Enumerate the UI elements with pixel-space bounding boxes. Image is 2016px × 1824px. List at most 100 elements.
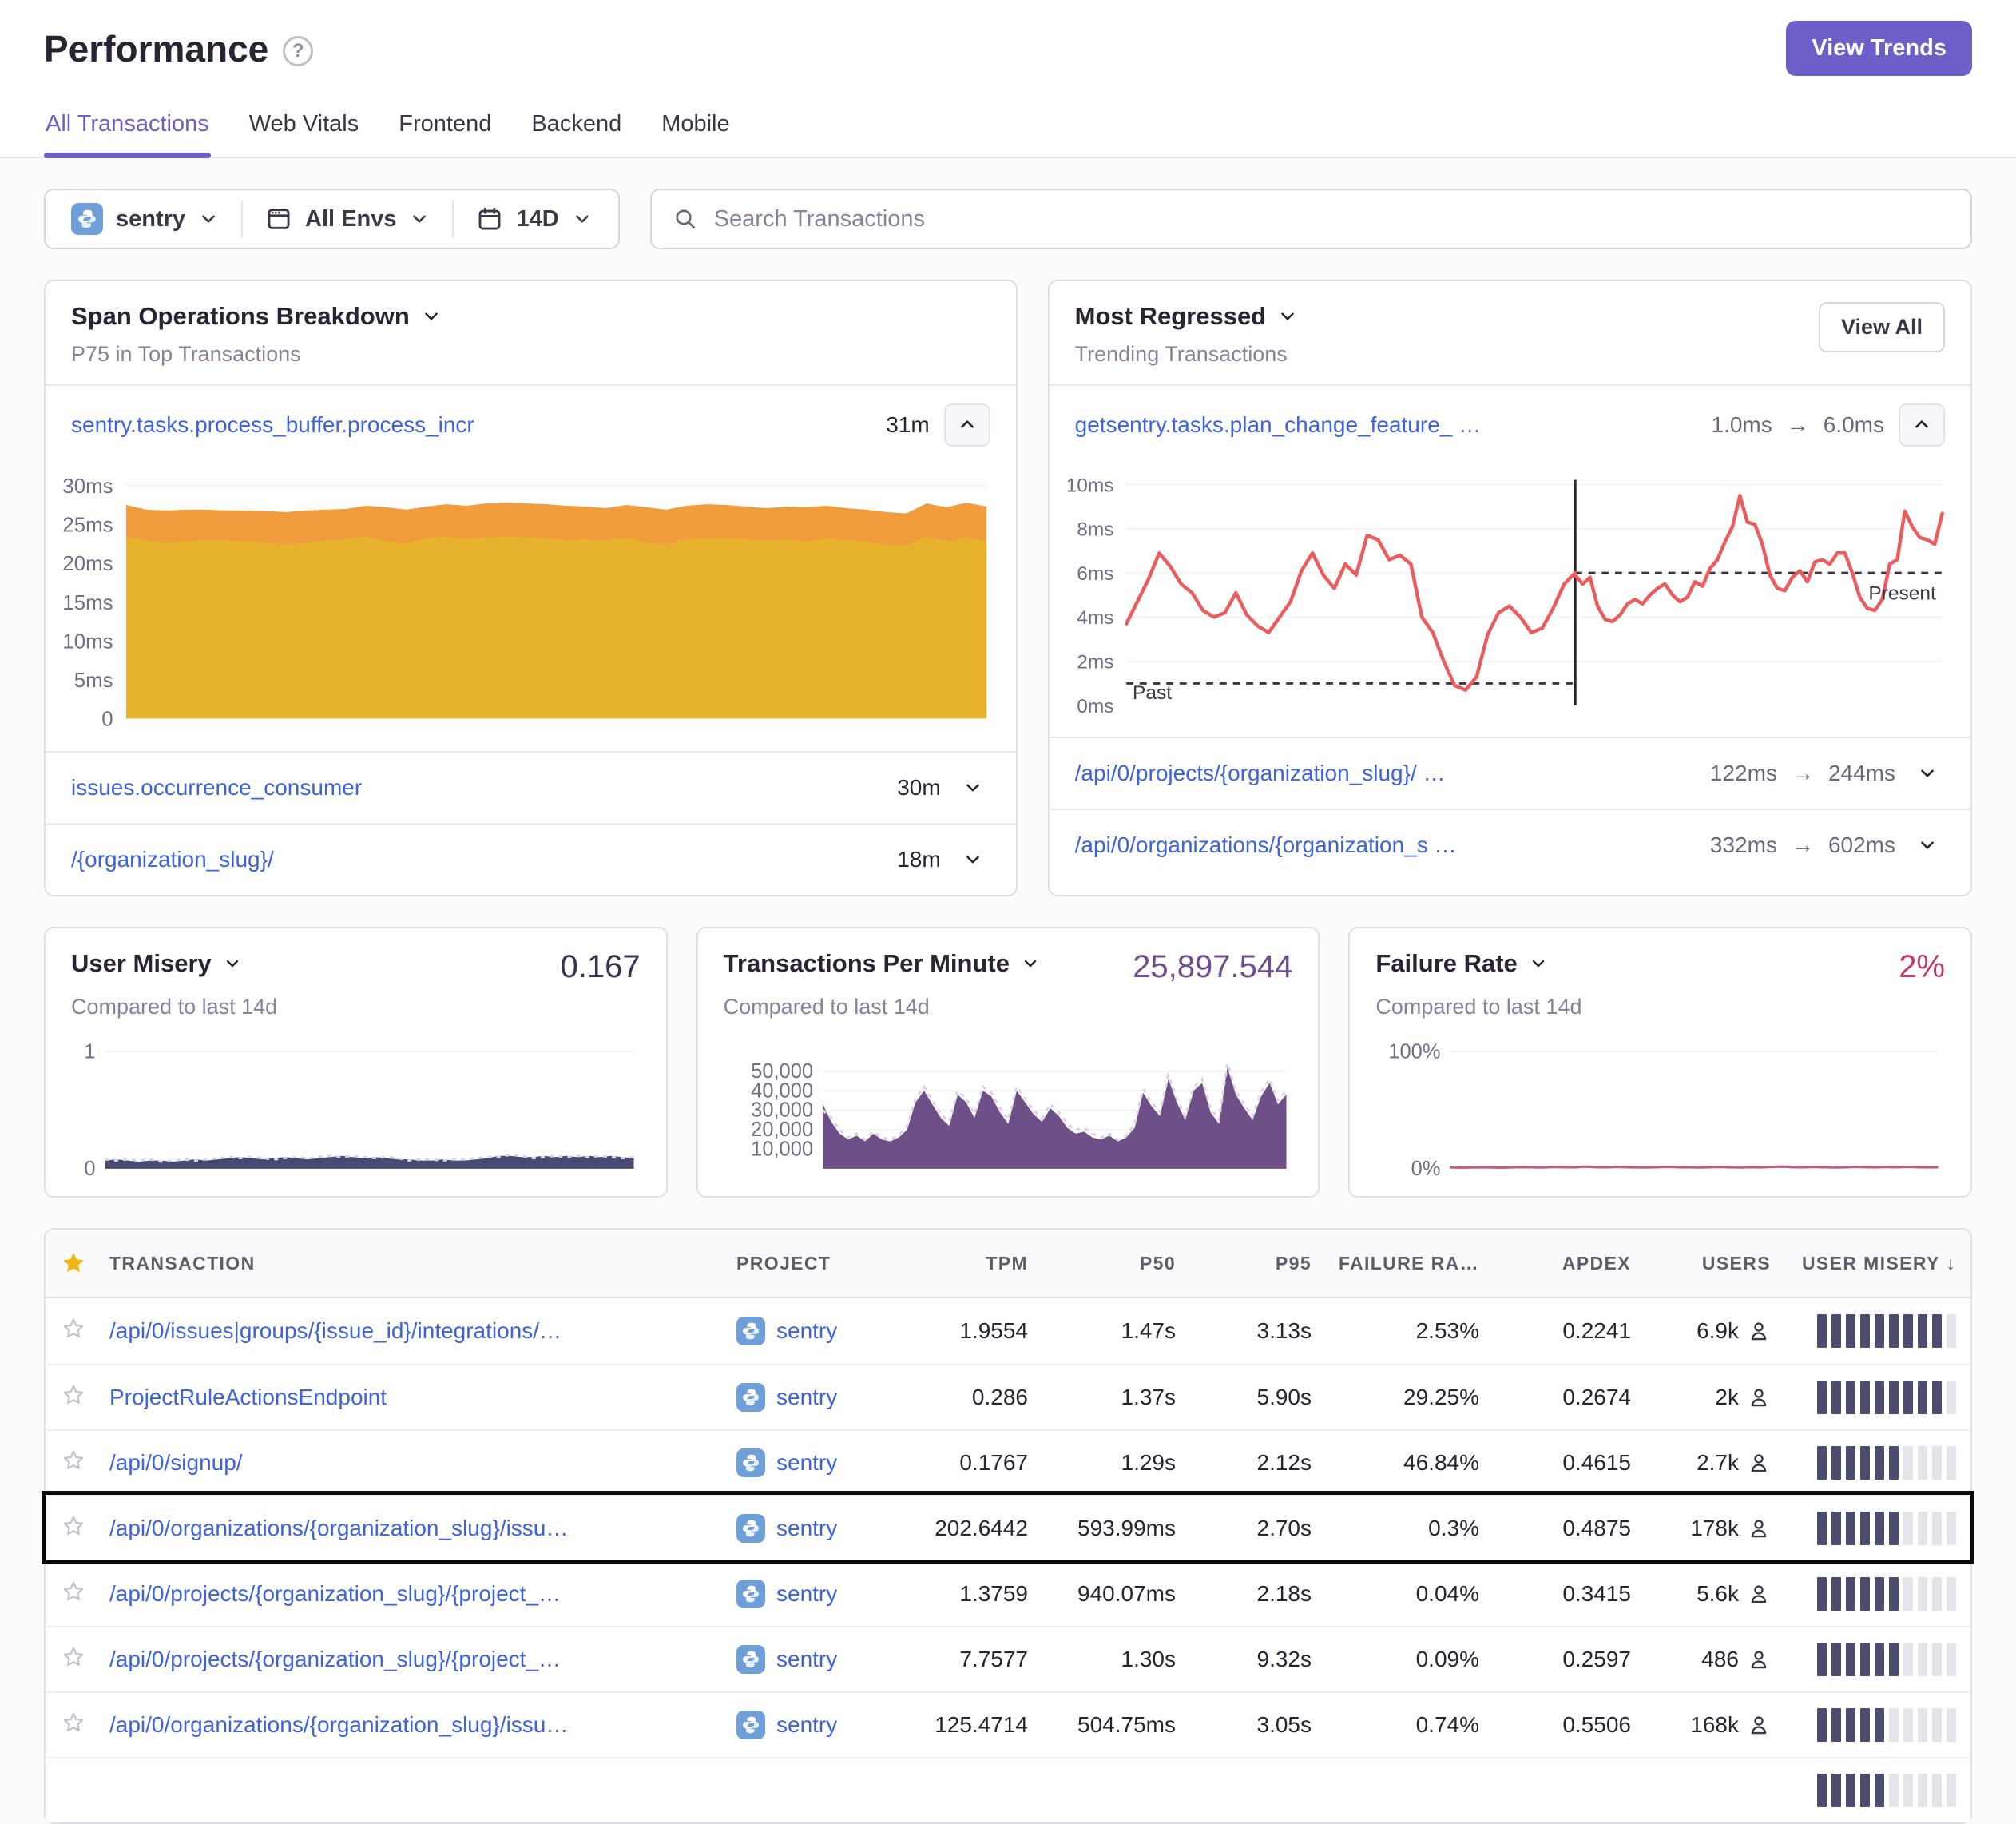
column-header-failure-rate[interactable]: FAILURE RA… [1320, 1253, 1487, 1274]
failure-rate-title: Failure Rate [1375, 949, 1517, 978]
misery-bar-segment [1846, 1446, 1855, 1480]
apdex-cell: 0.3415 [1487, 1581, 1639, 1607]
misery-bar-segment [1918, 1314, 1927, 1348]
misery-bar-segment [1831, 1577, 1841, 1611]
collapse-item-button[interactable] [944, 403, 990, 447]
span-ops-item-link[interactable]: /{organization_slug}/ [71, 847, 274, 872]
chevron-down-icon [962, 777, 983, 798]
most-regressed-title-dropdown[interactable]: Most Regressed [1075, 302, 1298, 331]
calendar-icon [476, 205, 503, 232]
date-range-filter[interactable]: 14D [454, 190, 614, 248]
column-header-users[interactable]: USERS [1639, 1253, 1779, 1274]
favorite-star-button[interactable] [62, 1514, 85, 1544]
project-link[interactable]: sentry [776, 1385, 837, 1410]
user-icon [1747, 1713, 1771, 1737]
transaction-link[interactable]: ProjectRuleActionsEndpoint [109, 1385, 728, 1410]
svg-text:10ms: 10ms [1066, 475, 1113, 496]
favorite-star-button[interactable] [62, 1448, 85, 1478]
most-regressed-item-value: 122ms→244ms [1710, 756, 1945, 791]
misery-bar-segment [1817, 1774, 1827, 1807]
date-range-filter-label: 14D [516, 206, 558, 232]
users-cell: 5.6k [1639, 1581, 1779, 1607]
project-link[interactable]: sentry [776, 1647, 837, 1672]
view-all-button[interactable]: View All [1819, 302, 1945, 352]
column-header-project[interactable]: PROJECT [736, 1253, 900, 1274]
star-icon [62, 1711, 85, 1735]
column-header-user-misery[interactable]: USER MISERY ↓ [1779, 1253, 1970, 1274]
tab-all-transactions[interactable]: All Transactions [44, 111, 211, 157]
tpm-title-dropdown[interactable]: Transactions Per Minute [724, 949, 1040, 978]
tpm-cell: 202.6442 [900, 1516, 1036, 1541]
user-icon [1747, 1647, 1771, 1671]
span-ops-item-link[interactable]: issues.occurrence_consumer [71, 775, 362, 801]
most-regressed-item-link[interactable]: /api/0/projects/{organization_slug}/ … [1075, 761, 1446, 786]
column-header-p50[interactable]: P50 [1036, 1253, 1184, 1274]
star-column-header[interactable] [46, 1250, 109, 1276]
filter-row: sentry All Envs [44, 189, 1972, 249]
svg-text:30ms: 30ms [62, 475, 113, 498]
misery-bar-segment [1903, 1314, 1913, 1348]
project-link[interactable]: sentry [776, 1318, 837, 1344]
svg-text:1: 1 [84, 1040, 95, 1063]
column-header-tpm[interactable]: TPM [900, 1253, 1036, 1274]
project-link[interactable]: sentry [776, 1581, 837, 1607]
transaction-link[interactable]: /api/0/organizations/{organization_slug}… [109, 1516, 728, 1541]
user-misery-title-dropdown[interactable]: User Misery [71, 949, 242, 978]
span-ops-item-link[interactable]: sentry.tasks.process_buffer.process_incr [71, 412, 474, 438]
search-input[interactable] [712, 205, 1950, 233]
most-regressed-item-link[interactable]: /api/0/organizations/{organization_s … [1075, 833, 1457, 858]
user-misery-value: 0.167 [561, 949, 641, 985]
user-misery-cell [1779, 1446, 1970, 1480]
favorite-star-button[interactable] [62, 1580, 85, 1609]
transaction-link[interactable]: /api/0/signup/ [109, 1450, 728, 1476]
expand-item-button[interactable] [955, 770, 990, 805]
tpm-value: 25,897.544 [1133, 949, 1292, 985]
transaction-link[interactable]: /api/0/issues|groups/{issue_id}/integrat… [109, 1318, 728, 1344]
chevron-down-icon [223, 954, 242, 973]
chevron-up-icon [1911, 415, 1932, 435]
project-filter[interactable]: sentry [49, 190, 241, 248]
favorite-star-button[interactable] [62, 1711, 85, 1740]
project-link[interactable]: sentry [776, 1712, 837, 1738]
failure-rate-cell: 2.53% [1320, 1318, 1487, 1344]
column-header-transaction[interactable]: TRANSACTION [109, 1253, 736, 1274]
project-link[interactable]: sentry [776, 1516, 837, 1541]
transaction-link[interactable]: /api/0/projects/{organization_slug}/{pro… [109, 1647, 728, 1672]
misery-bar-segment [1846, 1643, 1855, 1676]
user-misery-subtitle: Compared to last 14d [71, 995, 641, 1019]
span-ops-title-dropdown[interactable]: Span Operations Breakdown [71, 302, 442, 331]
tab-mobile[interactable]: Mobile [660, 111, 731, 157]
favorite-star-button[interactable] [62, 1645, 85, 1675]
misery-bar-segment [1932, 1774, 1942, 1807]
favorite-star-button[interactable] [62, 1317, 85, 1346]
tab-frontend[interactable]: Frontend [397, 111, 493, 157]
project-link[interactable]: sentry [776, 1450, 837, 1476]
expand-item-button[interactable] [1910, 828, 1945, 863]
project-cell: sentry [736, 1711, 900, 1739]
misery-bar-segment [1932, 1381, 1942, 1414]
tab-backend[interactable]: Backend [530, 111, 623, 157]
transaction-link[interactable]: /api/0/organizations/{organization_slug}… [109, 1712, 728, 1738]
failure-rate-title-dropdown[interactable]: Failure Rate [1375, 949, 1547, 978]
star-icon [62, 1514, 85, 1538]
tab-web-vitals[interactable]: Web Vitals [248, 111, 361, 157]
expand-item-button[interactable] [955, 842, 990, 877]
column-header-apdex[interactable]: APDEX [1487, 1253, 1639, 1274]
misery-bar-segment [1846, 1577, 1855, 1611]
users-cell: 168k [1639, 1712, 1779, 1738]
misery-bar-segment [1831, 1314, 1841, 1348]
environment-filter[interactable]: All Envs [243, 190, 452, 248]
span-ops-item-value: 30m [897, 770, 990, 805]
project-cell: sentry [736, 1448, 900, 1477]
p50-cell: 593.99ms [1036, 1516, 1184, 1541]
transaction-link[interactable]: /api/0/projects/{organization_slug}/{pro… [109, 1581, 728, 1607]
help-icon[interactable]: ? [283, 36, 313, 66]
misery-bar-segment [1918, 1577, 1927, 1611]
expand-item-button[interactable] [1910, 756, 1945, 791]
favorite-star-button[interactable] [62, 1383, 85, 1413]
column-header-p95[interactable]: P95 [1184, 1253, 1320, 1274]
view-trends-button[interactable]: View Trends [1786, 21, 1972, 76]
most-regressed-item-link[interactable]: getsentry.tasks.plan_change_feature_ … [1075, 412, 1481, 438]
misery-bar-segment [1932, 1577, 1942, 1611]
collapse-item-button[interactable] [1899, 403, 1945, 447]
